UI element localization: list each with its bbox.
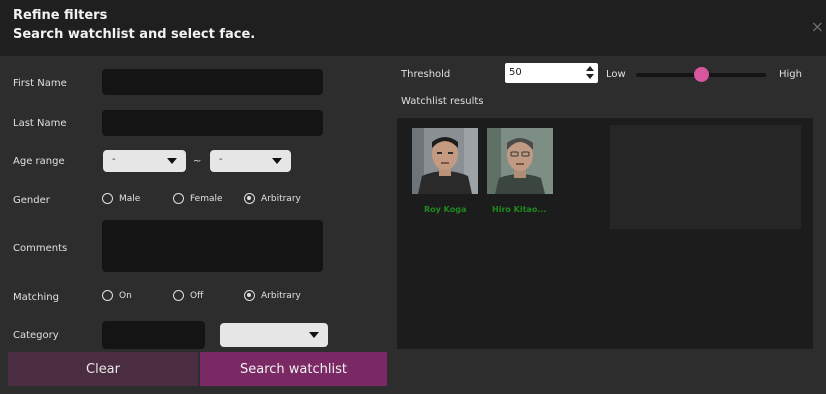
result-face-thumbnail[interactable]	[412, 128, 478, 194]
first-name-label: First Name	[13, 78, 67, 89]
search-watchlist-button[interactable]: Search watchlist	[200, 352, 387, 386]
category-field[interactable]	[102, 321, 205, 349]
radio-circle	[102, 193, 113, 204]
last-name-label: Last Name	[13, 118, 67, 129]
gender-female-radio[interactable]: Female	[173, 193, 223, 204]
radio-circle	[173, 290, 184, 301]
threshold-high-label: High	[779, 69, 802, 80]
gender-male-label: Male	[119, 193, 141, 204]
matching-arbitrary-label: Arbitrary	[261, 290, 301, 301]
clear-button[interactable]: Clear	[8, 352, 198, 386]
dialog-subtitle: Search watchlist and select face.	[13, 27, 256, 42]
matching-arbitrary-radio[interactable]: Arbitrary	[244, 290, 301, 301]
threshold-low-label: Low	[606, 69, 626, 80]
spinner-down-icon[interactable]	[586, 74, 594, 79]
gender-label: Gender	[13, 195, 50, 206]
threshold-label: Threshold	[401, 69, 451, 80]
result-face-name[interactable]: Hiro Kitao...	[492, 205, 546, 214]
gender-male-radio[interactable]: Male	[102, 193, 140, 204]
threshold-spinner[interactable]: 50	[505, 63, 598, 83]
radio-circle	[173, 193, 184, 204]
spinner-up-icon[interactable]	[586, 66, 594, 71]
gender-arbitrary-label: Arbitrary	[261, 193, 301, 204]
title-bar: Refine filters Search watchlist and sele…	[0, 0, 826, 56]
radio-circle	[102, 290, 113, 301]
matching-label: Matching	[13, 292, 59, 303]
gender-female-label: Female	[190, 193, 223, 204]
close-icon[interactable]: ×	[811, 17, 824, 36]
category-select[interactable]	[220, 323, 328, 347]
radio-circle-selected	[244, 290, 255, 301]
matching-on-radio[interactable]: On	[102, 290, 132, 301]
matching-on-label: On	[119, 290, 132, 301]
chevron-down-icon	[309, 332, 319, 338]
matching-off-radio[interactable]: Off	[173, 290, 203, 301]
first-name-field[interactable]	[102, 69, 323, 95]
age-to-select[interactable]: -	[210, 150, 291, 172]
age-from-select[interactable]: -	[103, 150, 186, 172]
comments-field[interactable]	[102, 220, 323, 272]
age-range-label: Age range	[13, 156, 65, 167]
gender-arbitrary-radio[interactable]: Arbitrary	[244, 193, 301, 204]
matching-off-label: Off	[190, 290, 204, 301]
age-to-value: -	[219, 154, 223, 165]
threshold-value: 50	[509, 67, 522, 78]
watchlist-results-label: Watchlist results	[401, 96, 484, 107]
face-preview-area	[610, 125, 801, 229]
chevron-down-icon	[167, 158, 177, 164]
comments-label: Comments	[13, 243, 68, 254]
refine-filters-dialog: Refine filters Search watchlist and sele…	[0, 0, 826, 394]
dialog-title: Refine filters	[13, 8, 108, 23]
radio-circle-selected	[244, 193, 255, 204]
age-from-value: -	[112, 154, 116, 165]
category-label: Category	[13, 330, 59, 341]
age-range-separator: ~	[193, 156, 202, 167]
threshold-slider-thumb[interactable]	[693, 67, 709, 82]
chevron-down-icon	[272, 158, 282, 164]
last-name-field[interactable]	[102, 110, 323, 136]
result-face-name[interactable]: Roy Koga	[424, 205, 466, 214]
result-face-thumbnail[interactable]	[487, 128, 553, 194]
